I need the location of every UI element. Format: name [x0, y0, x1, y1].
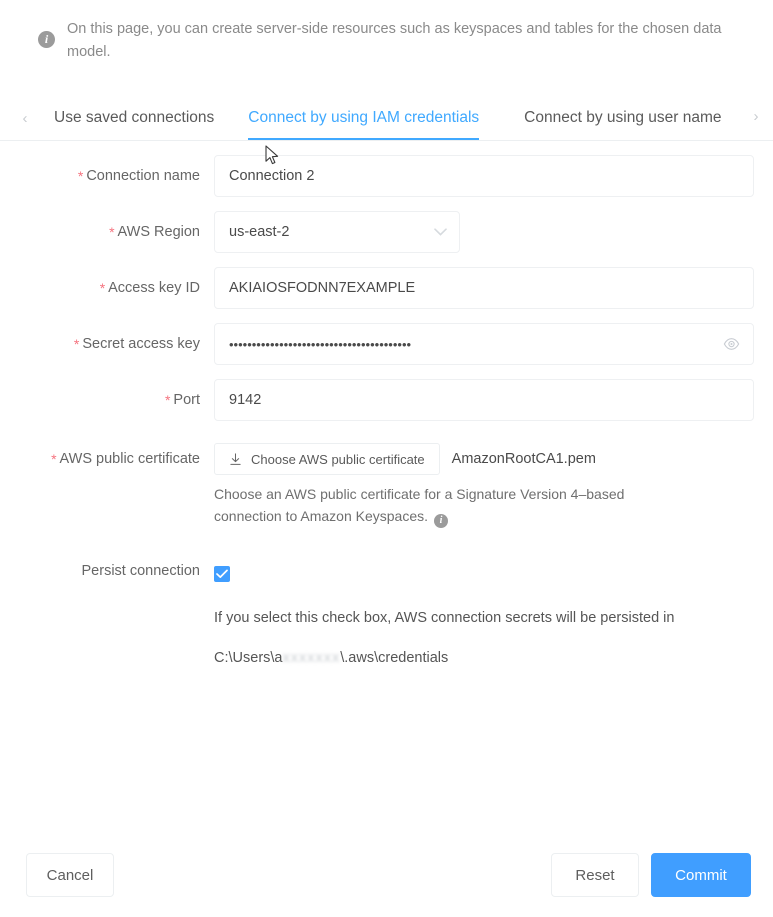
certificate-chooser-line: Choose AWS public certificate AmazonRoot… [214, 443, 684, 475]
tab-label: Connect by using IAM credentials [248, 109, 480, 126]
form-row-port: * Port 9142 [0, 379, 773, 421]
persist-help-path: C:\Users\axxxxxxx\.aws\credentials [214, 638, 773, 678]
label-text: AWS public certificate [59, 451, 200, 467]
commit-button[interactable]: Commit [651, 853, 751, 897]
label-text: Connection name [86, 168, 200, 184]
tabs-prev-arrow-icon[interactable]: ‹ [14, 110, 36, 127]
label-text: AWS Region [117, 224, 200, 240]
info-icon: i [38, 31, 55, 48]
info-icon[interactable]: i [434, 514, 449, 528]
aws-region-label: * AWS Region [0, 211, 200, 240]
info-banner: i On this page, you can create server-si… [0, 0, 773, 64]
access-key-id-input[interactable]: AKIAIOSFODNN7EXAMPLE [214, 267, 754, 309]
aws-public-certificate-field-wrap: Choose AWS public certificate AmazonRoot… [214, 443, 684, 528]
persist-connection-label: Persist connection [0, 550, 200, 579]
connection-name-field-wrap: Connection 2 [214, 155, 754, 197]
connection-form: * Connection name Connection 2 * AWS Regio… [0, 141, 773, 678]
certificate-help-text-value: Choose an AWS public certificate for a S… [214, 486, 625, 524]
required-marker: * [99, 280, 106, 296]
label-text: Persist connection [81, 563, 200, 579]
access-key-id-label: * Access key ID [0, 267, 200, 296]
persist-connection-checkbox[interactable] [214, 566, 230, 582]
aws-region-value: us-east-2 [229, 224, 290, 240]
reset-button[interactable]: Reset [551, 853, 639, 897]
required-marker: * [164, 392, 171, 408]
aws-region-field-wrap: us-east-2 [214, 211, 460, 253]
certificate-file-name: AmazonRootCA1.pem [451, 451, 596, 467]
label-text: Access key ID [108, 280, 200, 296]
path-suffix: \.aws\credentials [340, 650, 449, 666]
certificate-help-text: Choose an AWS public certificate for a S… [214, 483, 684, 528]
secret-access-key-value: •••••••••••••••••••••••••••••••••••••••• [229, 336, 412, 352]
tab-connect-by-using-user-name[interactable]: Connect by using user name [524, 96, 721, 140]
label-text: Port [173, 392, 200, 408]
eye-icon[interactable] [723, 336, 740, 353]
form-row-secret-access-key: * Secret access key •••••••••••••••••••••… [0, 323, 773, 365]
required-marker: * [73, 336, 80, 352]
tabs-scroll-container: Use saved connections Connect by using I… [36, 96, 773, 140]
persist-help-line-1: If you select this check box, AWS connec… [214, 610, 675, 626]
footer-actions: Cancel Reset Commit [0, 853, 773, 897]
form-row-persist-connection: Persist connection [0, 550, 773, 582]
tab-label: Use saved connections [54, 109, 215, 126]
secret-access-key-field-wrap: •••••••••••••••••••••••••••••••••••••••• [214, 323, 754, 365]
aws-region-select[interactable]: us-east-2 [214, 211, 460, 253]
choose-certificate-button-label: Choose AWS public certificate [251, 451, 425, 467]
chevron-down-icon [434, 226, 447, 238]
port-value: 9142 [229, 392, 262, 408]
connection-name-label: * Connection name [0, 155, 200, 184]
form-row-aws-public-certificate: * AWS public certificate Choose AWS publi… [0, 443, 773, 528]
access-key-id-value: AKIAIOSFODNN7EXAMPLE [229, 280, 416, 296]
info-banner-text: On this page, you can create server-side… [67, 21, 722, 60]
port-field-wrap: 9142 [214, 379, 754, 421]
tab-connect-by-using-iam-credentials[interactable]: Connect by using IAM credentials [248, 96, 479, 140]
required-marker: * [109, 224, 115, 240]
aws-public-certificate-label: * AWS public certificate [0, 443, 200, 467]
required-marker: * [77, 168, 84, 184]
access-key-id-field-wrap: AKIAIOSFODNN7EXAMPLE [214, 267, 754, 309]
port-input[interactable]: 9142 [214, 379, 754, 421]
form-row-connection-name: * Connection name Connection 2 [0, 155, 773, 197]
path-redacted-username: xxxxxxx [282, 650, 341, 666]
label-text: Secret access key [82, 336, 200, 352]
tab-label: Connect by using user name [524, 109, 722, 126]
persist-connection-field-wrap [214, 550, 230, 582]
tab-bar: ‹ Use saved connections Connect by using… [0, 96, 773, 141]
connection-name-value: Connection 2 [229, 168, 315, 184]
tabs-next-arrow-icon[interactable]: › [745, 108, 767, 125]
secret-access-key-label: * Secret access key [0, 323, 200, 352]
required-marker: * [51, 451, 57, 467]
connection-name-input[interactable]: Connection 2 [214, 155, 754, 197]
choose-aws-public-certificate-button[interactable]: Choose AWS public certificate [214, 443, 440, 475]
tab-use-saved-connections[interactable]: Use saved connections [54, 96, 214, 140]
form-row-access-key-id: * Access key ID AKIAIOSFODNN7EXAMPLE [0, 267, 773, 309]
form-row-aws-region: * AWS Region us-east-2 [0, 211, 773, 253]
cancel-button[interactable]: Cancel [26, 853, 114, 897]
persist-connection-help-text: If you select this check box, AWS connec… [214, 598, 773, 678]
download-icon [229, 452, 242, 466]
path-prefix: C:\Users\a [214, 650, 283, 666]
secret-access-key-input[interactable]: •••••••••••••••••••••••••••••••••••••••• [214, 323, 754, 365]
port-label: * Port [0, 379, 200, 408]
